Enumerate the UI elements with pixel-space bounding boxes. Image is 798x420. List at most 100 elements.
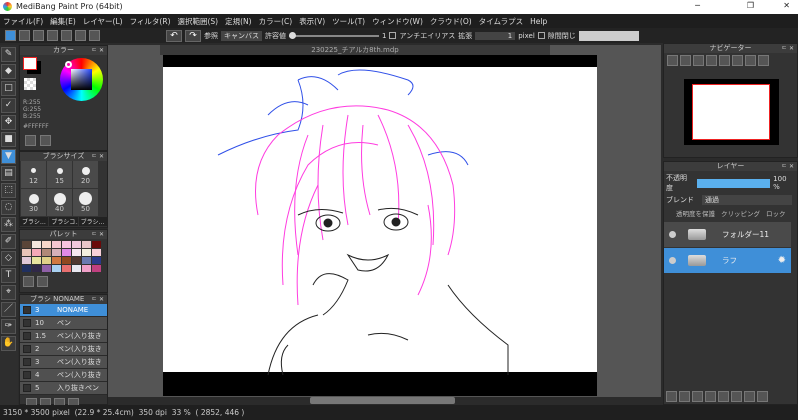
brush-list-item[interactable]: 3 NONAME (20, 304, 107, 317)
clipping-checkbox[interactable]: クリッピング (721, 208, 760, 218)
brush-size-option[interactable]: 40 (47, 189, 72, 216)
text-tool-icon[interactable]: T (1, 268, 16, 283)
list-icon[interactable] (75, 30, 86, 41)
menu-item[interactable]: ファイル(F) (3, 16, 43, 27)
color-wheel[interactable] (60, 58, 103, 101)
menu-item[interactable]: タイムラプス (479, 16, 523, 27)
brush-checkbox[interactable] (23, 358, 31, 366)
undo-button[interactable]: ↶ (166, 29, 182, 42)
brush-list-item[interactable]: 2 ペン(入り抜き (20, 343, 107, 356)
lasso-tool-icon[interactable]: ◌ (1, 200, 16, 215)
palette-swatch[interactable] (92, 249, 101, 256)
share-icon[interactable] (19, 30, 30, 41)
transparent-swatch[interactable] (24, 78, 36, 90)
hand-tool-icon[interactable]: ✋ (1, 336, 16, 351)
eyedropper-icon[interactable]: ✑ (1, 319, 16, 334)
palette-swatch[interactable] (22, 265, 31, 272)
flip-icon[interactable] (732, 55, 743, 66)
palette-swatch[interactable] (82, 265, 91, 272)
palette-swatch[interactable] (72, 257, 81, 264)
menu-item[interactable]: ウィンドウ(W) (372, 16, 423, 27)
color-settings-icon[interactable] (40, 135, 51, 146)
navigator-preview[interactable] (684, 79, 779, 145)
brush-tab[interactable]: ブラシ… (20, 217, 49, 226)
palette-swatch[interactable] (22, 241, 31, 248)
palette-swatch[interactable] (22, 249, 31, 256)
redo-button[interactable]: ↷ (185, 29, 201, 42)
eraser-tool-icon[interactable]: ◆ (1, 64, 16, 79)
palette-swatch[interactable] (72, 265, 81, 272)
tolerance-slider[interactable] (289, 31, 379, 39)
canvas-tab[interactable]: 230225_チアルカ8th.mdp (160, 45, 550, 55)
palette-swatch[interactable] (52, 265, 61, 272)
restore-button[interactable]: ❐ (747, 1, 754, 10)
select-pen-icon[interactable]: ✐ (1, 234, 16, 249)
palette-swatch[interactable] (62, 241, 71, 248)
horizontal-scrollbar[interactable] (310, 397, 455, 404)
minimize-button[interactable]: ─ (695, 1, 700, 10)
palette-swatch[interactable] (52, 249, 61, 256)
new-folder-icon[interactable] (718, 391, 729, 402)
visibility-icon[interactable] (669, 257, 676, 264)
palette-swatch[interactable] (62, 249, 71, 256)
rotate-right-icon[interactable] (745, 55, 756, 66)
brush-list-item[interactable]: 1.5 ペン(入り抜き (20, 330, 107, 343)
add-palette-color-icon[interactable] (23, 276, 34, 287)
operation-tool-icon[interactable]: ⌖ (1, 285, 16, 300)
brush-tool-icon[interactable]: ✎ (1, 47, 16, 62)
menu-item[interactable]: Help (530, 17, 547, 26)
bucket-tool-icon[interactable]: ▼ (1, 149, 16, 164)
opacity-slider[interactable] (696, 178, 771, 188)
menu-item[interactable]: 表示(V) (299, 16, 325, 27)
menu-item[interactable]: フィルタ(R) (130, 16, 171, 27)
menu-item[interactable]: クラウド(O) (430, 16, 472, 27)
fill-rect-tool-icon[interactable]: ■ (1, 132, 16, 147)
merge-layer-icon[interactable] (744, 391, 755, 402)
brush-list-item[interactable]: 4 ペン(入り抜き (20, 369, 107, 382)
lock-view-icon[interactable] (758, 55, 769, 66)
palette-swatch[interactable] (32, 241, 41, 248)
select-eraser-icon[interactable]: ◇ (1, 251, 16, 266)
rotate-left-icon[interactable] (719, 55, 730, 66)
palette-swatch[interactable] (42, 265, 51, 272)
brush-size-option[interactable]: 30 (21, 189, 46, 216)
palette-swatch[interactable] (42, 257, 51, 264)
palette-swatch[interactable] (52, 257, 61, 264)
layer-row[interactable]: フォルダー11 (664, 222, 791, 248)
palette-swatch[interactable] (32, 249, 41, 256)
brush-size-option[interactable]: 20 (73, 161, 98, 188)
reference-select[interactable]: キャンバス (221, 30, 262, 41)
palette-swatch[interactable] (42, 249, 51, 256)
dot-tool-icon[interactable]: ✓ (1, 98, 16, 113)
menu-item[interactable]: 編集(E) (50, 16, 76, 27)
fit-icon[interactable] (693, 55, 704, 66)
brush-tab[interactable]: ブラシ… (78, 217, 107, 226)
cloud-icon[interactable] (5, 30, 16, 41)
palette-swatch[interactable] (82, 257, 91, 264)
palette-swatch[interactable] (72, 241, 81, 248)
zoom-in-icon[interactable] (680, 55, 691, 66)
zoom-reset-icon[interactable] (667, 55, 678, 66)
expand-input[interactable]: 1 (475, 31, 516, 40)
settings-list-icon[interactable] (89, 30, 100, 41)
palette-icon[interactable] (25, 135, 36, 146)
gradient-tool-icon[interactable]: ▤ (1, 166, 16, 181)
message-icon[interactable] (47, 30, 58, 41)
palette-swatch[interactable] (92, 257, 101, 264)
new-halftone-layer-icon[interactable] (679, 391, 690, 402)
menu-item[interactable]: 選択範囲(S) (178, 16, 219, 27)
menu-item[interactable]: レイヤー(L) (83, 16, 123, 27)
new-8bit-layer-icon[interactable] (692, 391, 703, 402)
rectangle-tool-icon[interactable]: □ (1, 81, 16, 96)
move-tool-icon[interactable]: ✥ (1, 115, 16, 130)
brush-list-item[interactable]: 5 入り抜きペン (20, 382, 107, 395)
brush-size-option[interactable]: 12 (21, 161, 46, 188)
antialias-checkbox[interactable] (389, 32, 397, 39)
comment-icon[interactable] (33, 30, 44, 41)
foreground-color-swatch[interactable] (23, 57, 37, 70)
palette-swatch[interactable] (82, 249, 91, 256)
protect-alpha-checkbox[interactable]: 透明度を保護 (676, 208, 715, 218)
duplicate-layer-icon[interactable] (731, 391, 742, 402)
palette-swatch[interactable] (62, 265, 71, 272)
palette-swatch[interactable] (72, 249, 81, 256)
